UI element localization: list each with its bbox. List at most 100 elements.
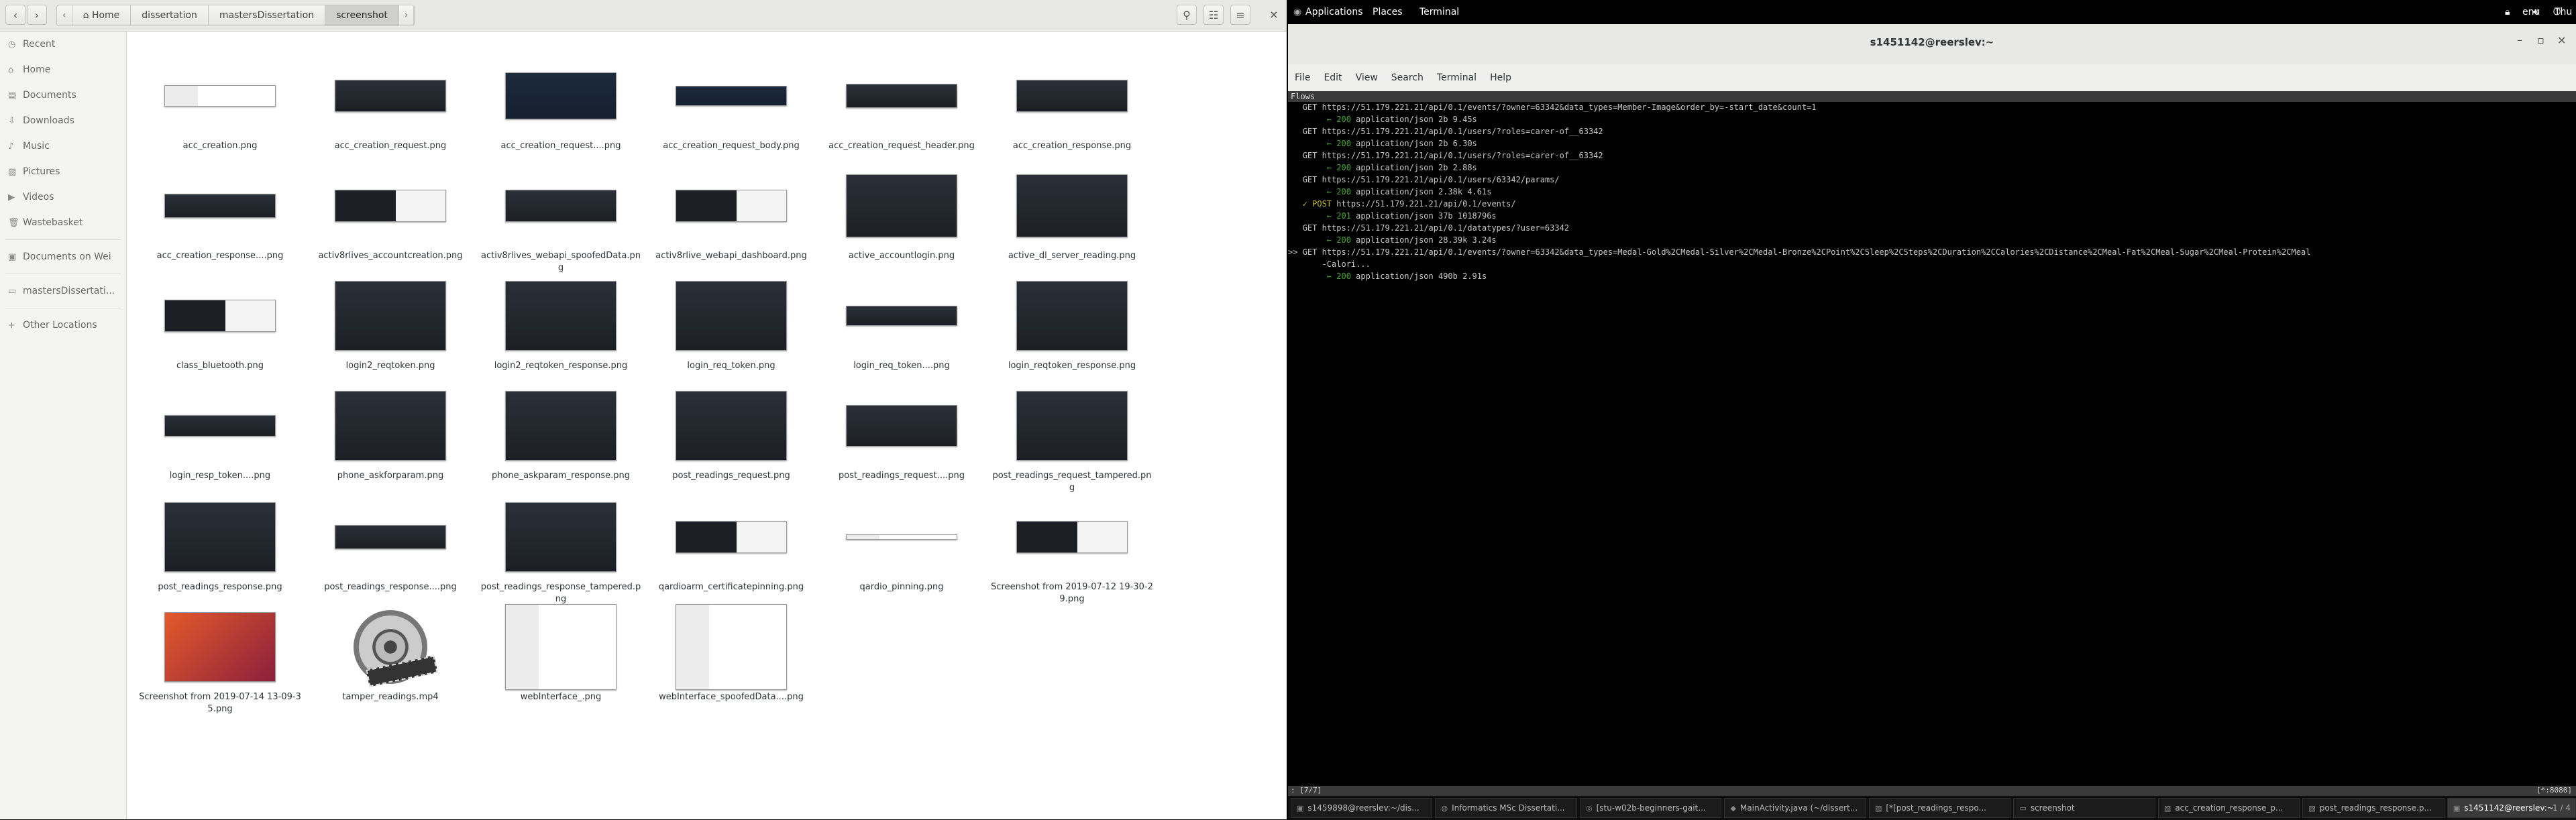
file-item[interactable]: login_reqtoken_response.png <box>987 273 1157 372</box>
flow-request-line[interactable]: GET https://51.179.221.21/api/0.1/dataty… <box>1288 223 2576 233</box>
close-window-button[interactable]: × <box>1265 5 1283 25</box>
close-icon[interactable]: × <box>2557 34 2566 46</box>
taskbar-window-button[interactable]: ▨ post_readings_response.p... <box>2302 798 2445 818</box>
maximize-icon[interactable]: ▫ <box>2537 34 2544 46</box>
flow-response-line[interactable]: ← 200 application/json 490b 2.91s <box>1288 271 2576 282</box>
volume-icon[interactable]: 🔊︎ <box>2533 0 2539 24</box>
places-menu[interactable]: Places <box>1373 0 1403 24</box>
file-item[interactable]: acc_creation_response....png <box>135 163 305 262</box>
file-name: activ8rlives_webapi_spoofedData.png <box>481 251 641 273</box>
file-item[interactable]: post_readings_response.png <box>135 494 305 593</box>
breadcrumb-mastersdissertation[interactable]: mastersDissertation <box>209 5 326 25</box>
file-item[interactable]: class_bluetooth.png <box>135 273 305 372</box>
sidebar-item-music[interactable]: ♪ Music <box>0 133 126 159</box>
breadcrumb-dissertation[interactable]: dissertation <box>131 5 209 25</box>
forward-button[interactable]: › <box>27 5 47 25</box>
terminal-app-menu[interactable]: Terminal <box>1419 0 1459 24</box>
image-thumbnail <box>164 300 276 332</box>
flow-request-line[interactable]: GET https://51.179.221.21/api/0.1/users/… <box>1288 150 2576 161</box>
file-item[interactable]: active_accountlogin.png <box>816 163 987 262</box>
file-item[interactable]: phone_askforparam.png <box>305 383 476 482</box>
file-item[interactable]: login_req_token.png <box>646 273 816 372</box>
flow-response-line[interactable]: ← 200 application/json 2.38k 4.61s <box>1288 186 2576 197</box>
flow-request-line[interactable]: GET https://51.179.221.21/api/0.1/events… <box>1288 102 2576 113</box>
file-item[interactable]: post_readings_request_tampered.png <box>987 383 1157 494</box>
file-item[interactable]: qardioarm_certificatepinning.png <box>646 494 816 593</box>
file-item[interactable]: acc_creation_response.png <box>987 53 1157 152</box>
file-item[interactable]: webInterface_spoofedData....png <box>646 604 816 703</box>
sidebar-item-pictures[interactable]: ▨ Pictures <box>0 159 126 184</box>
file-item[interactable]: login_resp_token....png <box>135 383 305 482</box>
sidebar-item-recent[interactable]: ◷ Recent <box>0 32 126 57</box>
sidebar-item-other-locations[interactable]: + Other Locations <box>0 312 126 338</box>
file-item[interactable]: post_readings_request.png <box>646 383 816 482</box>
taskbar-window-button[interactable]: ▭ screenshot <box>2013 798 2155 818</box>
back-button[interactable]: ‹ <box>5 5 25 25</box>
file-item[interactable]: activ8rlive_webapi_dashboard.png <box>646 163 816 262</box>
sidebar-item-home[interactable]: ⌂ Home <box>0 57 126 82</box>
taskbar-window-button[interactable]: ▨ [*[post_readings_respo... <box>1868 798 2011 818</box>
terminal-menu-edit[interactable]: Edit <box>1317 72 1348 83</box>
sidebar-item-videos[interactable]: ▶ Videos <box>0 184 126 210</box>
taskbar-window-button[interactable]: ▣ s1459898@reerslev:~/dis... <box>1291 798 1433 818</box>
flow-request-line[interactable]: -Calori... <box>1288 259 2576 270</box>
sidebar-item-label: Pictures <box>23 166 60 177</box>
file-item[interactable]: acc_creation_request_header.png <box>816 53 987 152</box>
terminal-menu-file[interactable]: File <box>1288 72 1317 83</box>
file-item[interactable]: Screenshot from 2019-07-12 19-30-29.png <box>987 494 1157 605</box>
file-item[interactable]: acc_creation_request....png <box>476 53 646 152</box>
search-button[interactable]: ⚲ <box>1177 5 1197 25</box>
file-item[interactable]: webInterface_.png <box>476 604 646 703</box>
file-item[interactable]: qardio_pinning.png <box>816 494 987 593</box>
flow-response-line[interactable]: ← 200 application/json 2b 6.30s <box>1288 138 2576 149</box>
taskbar-window-button[interactable]: ◆ MainActivity.java (~/dissert... <box>1724 798 1866 818</box>
menu-button[interactable]: ≡ <box>1230 5 1250 25</box>
file-item[interactable]: phone_askparam_response.png <box>476 383 646 482</box>
file-item[interactable]: acc_creation_request.png <box>305 53 476 152</box>
power-icon[interactable]: ⏻ <box>2553 0 2561 24</box>
mitmproxy-flow-list[interactable]: Flows GET https://51.179.221.21/api/0.1/… <box>1288 91 2576 795</box>
file-item[interactable]: post_readings_request....png <box>816 383 987 482</box>
view-options-button[interactable]: ☷ <box>1203 5 1224 25</box>
file-item[interactable]: tamper_readings.mp4 <box>305 604 476 703</box>
flow-response-line[interactable]: ← 201 application/json 37b 1018796s <box>1288 211 2576 221</box>
flow-request-line[interactable]: ✓ POST https://51.179.221.21/api/0.1/eve… <box>1288 198 2576 209</box>
applications-menu[interactable]: Applications <box>1305 0 1363 24</box>
minimize-icon[interactable]: – <box>2517 34 2522 46</box>
sidebar-item-downloads[interactable]: ⇩ Downloads <box>0 108 126 133</box>
breadcrumb-right-arrow-icon[interactable]: › <box>399 5 415 25</box>
sidebar-item-documents[interactable]: ▤ Documents <box>0 82 126 108</box>
flow-response-line[interactable]: ← 200 application/json 2b 2.88s <box>1288 162 2576 173</box>
workspace-pager[interactable]: 1 / 4 <box>2553 796 2571 820</box>
file-item[interactable]: login_req_token....png <box>816 273 987 372</box>
file-item[interactable]: login2_reqtoken.png <box>305 273 476 372</box>
sidebar-item-wastebasket[interactable]: 🗑︎ Wastebasket <box>0 210 126 235</box>
terminal-menu-terminal[interactable]: Terminal <box>1430 72 1483 83</box>
sidebar-item-documents-on-wei[interactable]: ▣ Documents on Wei <box>0 244 126 270</box>
file-item[interactable]: post_readings_response....png <box>305 494 476 593</box>
file-item[interactable]: login2_reqtoken_response.png <box>476 273 646 372</box>
flow-response-line[interactable]: ← 200 application/json 2b 9.45s <box>1288 114 2576 125</box>
file-item[interactable]: activ8rlives_accountcreation.png <box>305 163 476 262</box>
breadcrumb-home[interactable]: ⌂ Home <box>72 5 131 25</box>
flow-request-line[interactable]: GET https://51.179.221.21/api/0.1/users/… <box>1288 126 2576 137</box>
home-icon: ⌂ <box>8 64 14 75</box>
terminal-menu-search[interactable]: Search <box>1385 72 1430 83</box>
terminal-menu-view[interactable]: View <box>1349 72 1385 83</box>
file-item[interactable]: acc_creation.png <box>135 53 305 152</box>
sidebar-item-mastersdissertati[interactable]: ▭ mastersDissertati... <box>0 278 126 304</box>
flow-request-line[interactable]: >> GET https://51.179.221.21/api/0.1/eve… <box>1288 247 2576 257</box>
breadcrumb-screenshot[interactable]: screenshot <box>325 5 399 25</box>
file-item[interactable]: active_dl_server_reading.png <box>987 163 1157 262</box>
taskbar-window-button[interactable]: ◍ Informatics MSc Dissertati... <box>1435 798 1577 818</box>
taskbar-window-button[interactable]: ▨ acc_creation_response_p... <box>2157 798 2300 818</box>
flow-request-line[interactable]: GET https://51.179.221.21/api/0.1/users/… <box>1288 174 2576 185</box>
file-item[interactable]: acc_creation_request_body.png <box>646 53 816 152</box>
file-item[interactable]: post_readings_response_tampered.png <box>476 494 646 605</box>
taskbar-window-button[interactable]: ◎ [stu-w02b-beginners-gait... <box>1579 798 1722 818</box>
file-item[interactable]: activ8rlives_webapi_spoofedData.png <box>476 163 646 274</box>
file-item[interactable]: Screenshot from 2019-07-14 13-09-35.png <box>135 604 305 715</box>
breadcrumb-left-arrow-icon[interactable]: ‹ <box>57 5 72 25</box>
flow-response-line[interactable]: ← 200 application/json 28.39k 3.24s <box>1288 235 2576 245</box>
terminal-menu-help[interactable]: Help <box>1483 72 1518 83</box>
